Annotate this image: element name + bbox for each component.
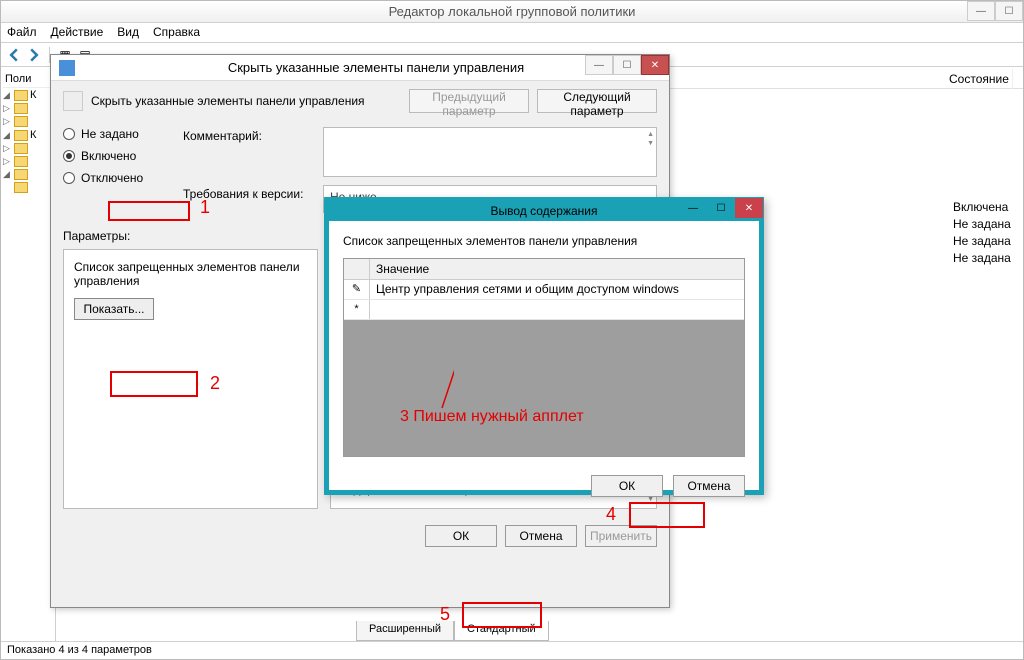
grid-empty-area xyxy=(344,320,744,456)
policy-title: Скрыть указанные элементы панели управле… xyxy=(83,60,669,75)
menu-file[interactable]: Файл xyxy=(7,25,37,40)
value-cell[interactable]: Центр управления сетями и общим доступом… xyxy=(370,280,744,299)
apply-button[interactable]: Применить xyxy=(585,525,657,547)
state-cell: Включена xyxy=(953,199,1023,216)
value-cell-empty[interactable] xyxy=(370,300,744,319)
tab-standard[interactable]: Стандартный xyxy=(454,621,549,641)
content-title: Вывод содержания xyxy=(490,204,597,218)
maximize-button[interactable]: ☐ xyxy=(707,198,735,218)
content-dialog: Вывод содержания — ☐ ✕ Список запрещенны… xyxy=(324,197,764,495)
folder-icon xyxy=(14,169,28,180)
tab-extended[interactable]: Расширенный xyxy=(356,621,454,641)
policy-heading: Скрыть указанные элементы панели управле… xyxy=(91,94,401,108)
state-cell: Не задана xyxy=(953,233,1023,250)
status-bar: Показано 4 из 4 параметров xyxy=(1,641,1023,659)
close-button[interactable]: ✕ xyxy=(735,198,763,218)
nav-back-icon[interactable] xyxy=(5,46,23,64)
minimize-button[interactable]: — xyxy=(967,1,995,21)
param-text: Список запрещенных элементов панели упра… xyxy=(74,260,307,288)
menu-view[interactable]: Вид xyxy=(117,25,139,40)
state-cell: Не задана xyxy=(953,216,1023,233)
folder-icon xyxy=(14,182,28,193)
row-marker: * xyxy=(344,300,370,319)
requirements-label: Требования к версии: xyxy=(183,185,313,201)
policy-item-icon xyxy=(63,91,83,111)
grid-row[interactable]: * xyxy=(344,300,744,320)
cancel-button[interactable]: Отмена xyxy=(505,525,577,547)
main-title: Редактор локальной групповой политики xyxy=(389,4,636,19)
ok-button[interactable]: ОК xyxy=(425,525,497,547)
row-marker: ✎ xyxy=(344,280,370,299)
state-cell: Не задана xyxy=(953,250,1023,267)
policy-titlebar: Скрыть указанные элементы панели управле… xyxy=(51,55,669,81)
column-value[interactable]: Значение xyxy=(370,259,744,279)
prev-setting-button[interactable]: Предыдущий параметр xyxy=(409,89,529,113)
close-button[interactable]: ✕ xyxy=(641,55,669,75)
policy-icon xyxy=(59,60,75,76)
tree-title: Поли xyxy=(3,71,53,88)
radio-enabled[interactable] xyxy=(63,150,75,162)
menu-action[interactable]: Действие xyxy=(51,25,104,40)
parameters-box: Список запрещенных элементов панели упра… xyxy=(63,249,318,509)
folder-icon xyxy=(14,143,28,154)
comment-label: Комментарий: xyxy=(183,127,313,143)
radio-disabled[interactable] xyxy=(63,172,75,184)
tree-pane[interactable]: Поли ◢К ▷ ▷ ◢К ▷ ▷ ◢ xyxy=(1,69,56,641)
maximize-button[interactable]: ☐ xyxy=(995,1,1023,21)
minimize-button[interactable]: — xyxy=(585,55,613,75)
grid-row[interactable]: ✎ Центр управления сетями и общим доступ… xyxy=(344,280,744,300)
menu-help[interactable]: Справка xyxy=(153,25,200,40)
next-setting-button[interactable]: Следующий параметр xyxy=(537,89,657,113)
radio-notset[interactable] xyxy=(63,128,75,140)
comment-input[interactable] xyxy=(323,127,657,177)
folder-icon xyxy=(14,90,28,101)
content-grid[interactable]: Значение ✎ Центр управления сетями и общ… xyxy=(343,258,745,457)
minimize-button[interactable]: — xyxy=(679,198,707,218)
content-titlebar: Вывод содержания — ☐ ✕ xyxy=(328,201,760,221)
grid-corner xyxy=(344,259,370,279)
folder-icon xyxy=(14,130,28,141)
column-state[interactable]: Состояние xyxy=(943,69,1013,89)
folder-icon xyxy=(14,156,28,167)
main-menu: Файл Действие Вид Справка xyxy=(1,23,1023,43)
main-titlebar: Редактор локальной групповой политики — … xyxy=(1,1,1023,23)
content-label: Список запрещенных элементов панели упра… xyxy=(343,234,745,248)
ok-button[interactable]: ОК xyxy=(591,475,663,497)
folder-icon xyxy=(14,103,28,114)
maximize-button[interactable]: ☐ xyxy=(613,55,641,75)
show-button[interactable]: Показать... xyxy=(74,298,154,320)
nav-forward-icon[interactable] xyxy=(25,46,43,64)
cancel-button[interactable]: Отмена xyxy=(673,475,745,497)
folder-icon xyxy=(14,116,28,127)
